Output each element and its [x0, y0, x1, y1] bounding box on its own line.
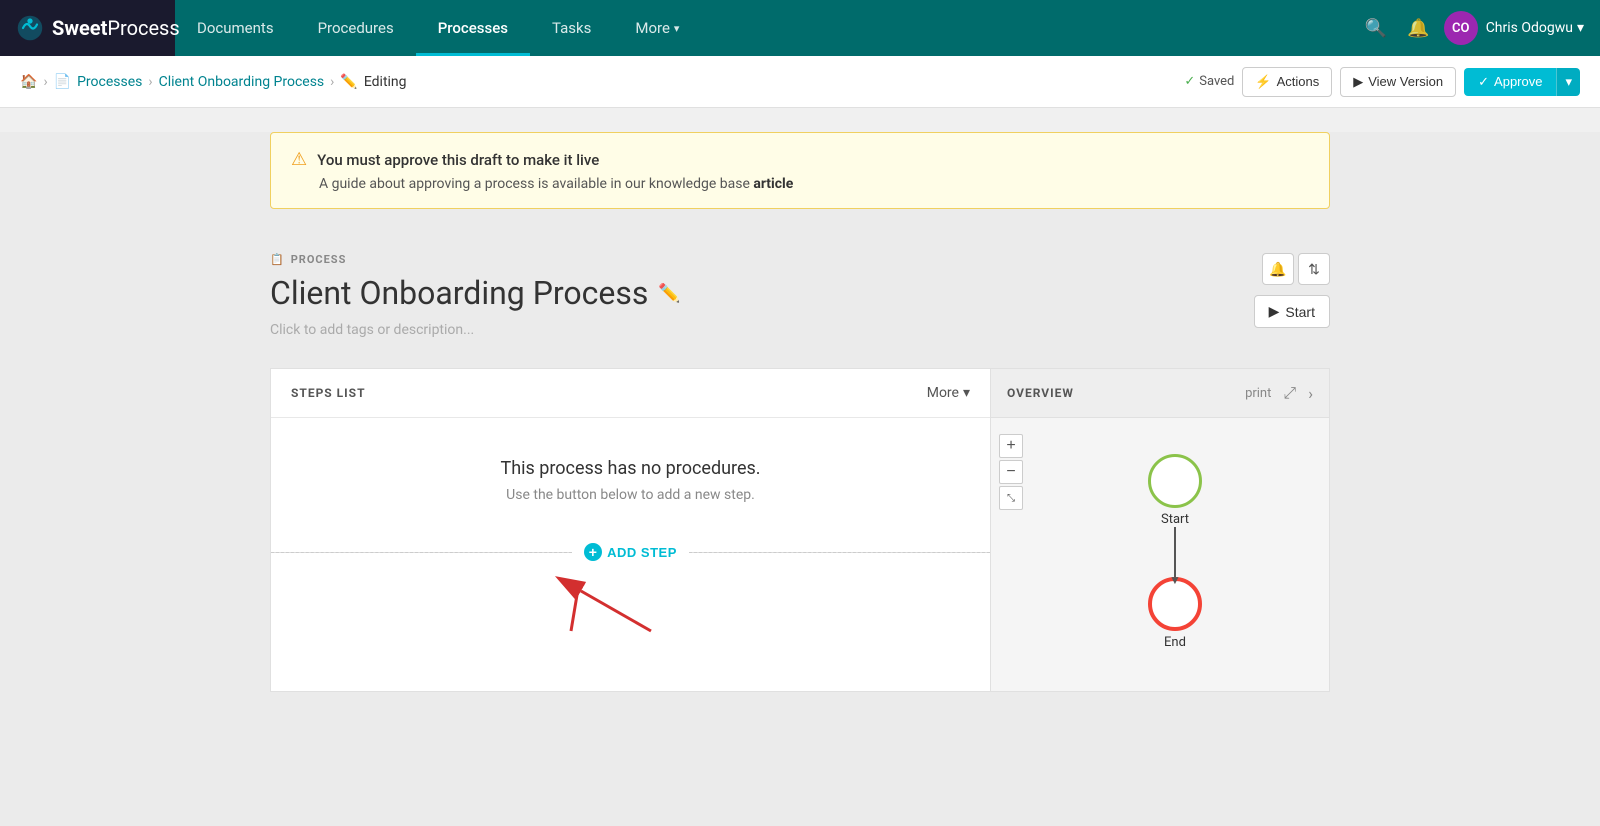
expand-icon[interactable]: ⤢: [1283, 383, 1296, 403]
flow-end-label: End: [1164, 635, 1186, 650]
nav-tasks[interactable]: Tasks: [530, 0, 613, 56]
approve-check-icon: ✓: [1478, 74, 1489, 90]
approve-group: ✓ Approve ▾: [1464, 68, 1580, 96]
steps-body: This process has no procedures. Use the …: [271, 418, 990, 691]
nav-items: Documents Procedures Processes Tasks Mor…: [175, 0, 1359, 56]
nav-documents[interactable]: Documents: [175, 0, 296, 56]
warning-body: A guide about approving a process is ava…: [319, 176, 1309, 192]
collapse-icon[interactable]: ›: [1308, 384, 1313, 403]
overview-panel: OVERVIEW print ⤢ › + − ⤡ St: [990, 368, 1330, 692]
steps-header: STEPS LIST More ▾: [271, 369, 990, 418]
flow-end-item: End: [1148, 577, 1202, 650]
add-step-line-left: [271, 552, 572, 553]
breadcrumb-processes-icon: 📄: [54, 74, 71, 90]
sort-icon: ⇅: [1308, 261, 1320, 278]
arrow-right-icon: ▶: [1353, 74, 1363, 90]
steps-title: STEPS LIST: [291, 386, 366, 400]
nav-processes[interactable]: Processes: [416, 0, 530, 56]
overview-body: + − ⤡ Start End: [991, 418, 1329, 686]
main-content: ⚠ You must approve this draft to make it…: [0, 132, 1600, 826]
nav-right: 🔍 🔔 CO Chris Odogwu ▾: [1359, 11, 1600, 45]
flow-start-item: Start: [1148, 454, 1202, 527]
breadcrumb-home[interactable]: 🏠: [20, 74, 37, 90]
user-chevron-icon: ▾: [1577, 20, 1584, 36]
process-header: 📋 PROCESS Client Onboarding Process ✏️ C…: [270, 233, 1330, 368]
process-edit-icon[interactable]: ✏️: [658, 283, 680, 304]
steps-more-chevron-icon: ▾: [963, 385, 970, 401]
steps-empty-sub: Use the button below to add a new step.: [291, 487, 970, 503]
add-step-line-right: [689, 552, 990, 553]
warning-title: ⚠ You must approve this draft to make it…: [291, 149, 1309, 170]
view-version-button[interactable]: ▶ View Version: [1340, 67, 1456, 97]
search-button[interactable]: 🔍: [1359, 12, 1393, 45]
nav-procedures[interactable]: Procedures: [296, 0, 416, 56]
breadcrumb-sep-1: ›: [43, 74, 47, 90]
add-step-icon: +: [584, 543, 602, 561]
bell-process-button[interactable]: 🔔: [1262, 253, 1294, 285]
breadcrumb: 🏠 › 📄 Processes › Client Onboarding Proc…: [20, 74, 407, 90]
process-description[interactable]: Click to add tags or description...: [270, 322, 1330, 338]
warning-banner: ⚠ You must approve this draft to make it…: [270, 132, 1330, 209]
approve-dropdown-button[interactable]: ▾: [1556, 68, 1580, 96]
breadcrumb-actions: ✓ Saved ⚡ Actions ▶ View Version ✓ Appro…: [1184, 67, 1580, 97]
warning-icon: ⚠: [291, 149, 307, 170]
flow-connector: [1174, 527, 1176, 577]
warning-article-link[interactable]: article: [753, 176, 793, 192]
check-icon: ✓: [1184, 74, 1195, 89]
process-label: 📋 PROCESS: [270, 253, 1330, 266]
breadcrumb-processes-link[interactable]: Processes: [77, 74, 142, 90]
process-header-right: 🔔 ⇅ ▶ ▶ Start: [1254, 253, 1330, 328]
search-icon: 🔍: [1365, 18, 1387, 39]
nav-more[interactable]: More ▾: [613, 0, 701, 56]
breadcrumb-process-name[interactable]: Client Onboarding Process: [159, 74, 325, 90]
overview-actions: print ⤢ ›: [1245, 383, 1313, 403]
approve-button[interactable]: ✓ Approve: [1464, 68, 1556, 96]
breadcrumb-edit-icon: ✏️: [340, 74, 357, 90]
breadcrumb-current: Editing: [364, 74, 407, 90]
add-step-button[interactable]: + ADD STEP: [572, 543, 689, 561]
sort-button[interactable]: ⇅: [1298, 253, 1330, 285]
bell-process-icon: 🔔: [1269, 261, 1286, 278]
avatar[interactable]: CO: [1444, 11, 1478, 45]
logo-text: SweetProcess: [52, 16, 180, 40]
breadcrumb-sep-2: ›: [148, 74, 152, 90]
lightning-icon: ⚡: [1255, 74, 1271, 90]
flow-start-node: [1148, 454, 1202, 508]
overview-title: OVERVIEW: [1007, 386, 1074, 400]
steps-panel: STEPS LIST More ▾ This process has no pr…: [270, 368, 990, 692]
flow-diagram: Start End: [1007, 434, 1313, 670]
more-chevron-icon: ▾: [674, 22, 680, 35]
steps-empty-title: This process has no procedures.: [291, 458, 970, 479]
start-button[interactable]: ▶ ▶ Start: [1254, 295, 1330, 328]
red-arrow: [551, 571, 671, 655]
red-arrow-container: [291, 571, 970, 651]
logo[interactable]: SweetProcess: [0, 0, 175, 56]
logo-icon: [16, 14, 44, 42]
approve-chevron-icon: ▾: [1565, 74, 1572, 89]
top-nav: SweetProcess Documents Procedures Proces…: [0, 0, 1600, 56]
process-doc-icon: 📋: [270, 253, 285, 266]
bell-icon: 🔔: [1407, 18, 1429, 39]
process-title: Client Onboarding Process ✏️: [270, 274, 1330, 312]
breadcrumb-bar: 🏠 › 📄 Processes › Client Onboarding Proc…: [0, 56, 1600, 108]
breadcrumb-sep-3: ›: [330, 74, 334, 90]
header-icons: 🔔 ⇅: [1262, 253, 1330, 285]
play-icon: ▶: [1269, 303, 1280, 320]
flow-start-label: Start: [1161, 512, 1189, 527]
print-button[interactable]: print: [1245, 386, 1271, 401]
notifications-button[interactable]: 🔔: [1401, 12, 1435, 45]
add-step-row: + ADD STEP: [271, 543, 990, 561]
steps-more-button[interactable]: More ▾: [927, 385, 970, 401]
saved-status: ✓ Saved: [1184, 74, 1234, 89]
overview-header: OVERVIEW print ⤢ ›: [991, 369, 1329, 418]
actions-button[interactable]: ⚡ Actions: [1242, 67, 1332, 97]
user-name[interactable]: Chris Odogwu ▾: [1486, 20, 1584, 36]
